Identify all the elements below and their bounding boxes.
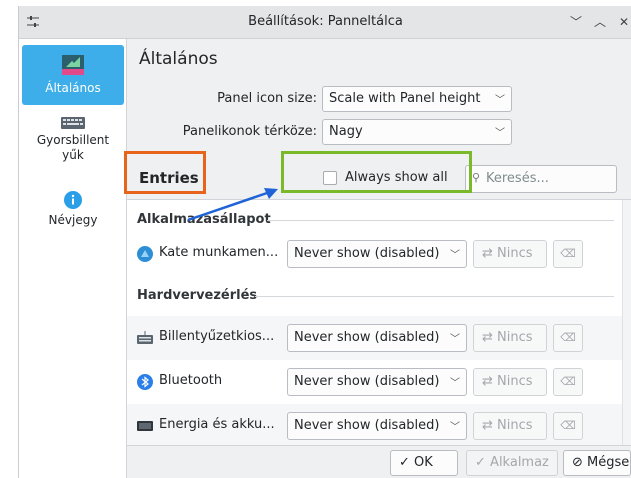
- cancel-icon: ⊘: [572, 455, 583, 470]
- visibility-value: Never show (disabled): [294, 374, 440, 389]
- shortcut-label: Nincs: [497, 418, 533, 433]
- search-placeholder: Keresés...: [486, 171, 549, 186]
- page-title: Általános: [139, 49, 218, 69]
- panel-icon-size-label: Panel icon size:: [217, 91, 317, 106]
- shortcut-button[interactable]: ⇄ Nincs: [473, 412, 547, 440]
- clear-icon: ⌫: [560, 247, 576, 260]
- clear-shortcut-button[interactable]: ⌫: [553, 412, 583, 440]
- annotation-arrow-icon: [187, 188, 278, 222]
- sidebar: Általános Gyorsbillent yűk Névjegy: [19, 39, 127, 478]
- close-button[interactable]: ✕: [615, 13, 631, 31]
- clear-icon: ⌫: [560, 375, 576, 388]
- shortcut-button[interactable]: ⇄ Nincs: [473, 240, 547, 268]
- clear-icon: ⌫: [560, 331, 576, 344]
- title-bar[interactable]: Beállítások: Panneltálca ﹀ ︿ ✕: [19, 6, 631, 39]
- annotation-always-show-highlight: [281, 151, 472, 193]
- clear-icon: ⌫: [560, 419, 576, 432]
- list-item[interactable]: Energia és akku... Never show (disabled)…: [127, 404, 622, 445]
- chevron-down-icon: ﹀: [450, 378, 460, 389]
- list-item[interactable]: Billentyűzetkios... Never show (disabled…: [127, 316, 622, 360]
- entry-name: Energia és akku...: [159, 417, 275, 432]
- clear-shortcut-button[interactable]: ⌫: [553, 368, 583, 396]
- chevron-down-icon: ﹀: [450, 422, 460, 433]
- search-input[interactable]: ⚲ Keresés...: [465, 165, 617, 193]
- visibility-combo[interactable]: Never show (disabled) ﹀: [287, 240, 467, 268]
- keyboard-icon: [137, 331, 153, 344]
- list-scrollbar[interactable]: [622, 200, 631, 445]
- panel-icon-size-value: Scale with Panel height: [329, 91, 481, 106]
- visibility-value: Never show (disabled): [294, 330, 440, 345]
- shortcut-icon: ⇄: [482, 246, 493, 261]
- cancel-button[interactable]: ⊘ Mégse: [563, 450, 631, 476]
- sidebar-item-label: Névjegy: [48, 213, 98, 227]
- group-divider: [255, 296, 614, 297]
- chevron-down-icon: ﹀: [450, 250, 460, 261]
- sidebar-item-general[interactable]: Általános: [22, 45, 124, 105]
- sidebar-item-label-line2: yűk: [62, 148, 84, 162]
- minimize-button[interactable]: ﹀: [567, 13, 585, 31]
- spacing-label: Panelikonok térköze:: [182, 124, 317, 139]
- visibility-value: Never show (disabled): [294, 418, 440, 433]
- visibility-value: Never show (disabled): [294, 246, 440, 261]
- spacing-combo[interactable]: Nagy ﹀: [322, 119, 512, 145]
- window-title: Beállítások: Panneltálca: [248, 14, 403, 29]
- sidebar-item-shortcuts[interactable]: Gyorsbillent yűk: [22, 113, 124, 173]
- spacing-value: Nagy: [329, 124, 363, 139]
- clear-shortcut-button[interactable]: ⌫: [553, 324, 583, 352]
- sidebar-item-label: Általános: [45, 81, 101, 95]
- apply-label: Alkalmaz: [490, 455, 549, 470]
- apply-button[interactable]: ✓ Alkalmaz: [466, 450, 558, 476]
- check-icon: ✓: [475, 455, 486, 470]
- visibility-combo[interactable]: Never show (disabled) ﹀: [287, 412, 467, 440]
- info-icon: [64, 191, 82, 209]
- shortcut-button[interactable]: ⇄ Nincs: [473, 368, 547, 396]
- group-divider: [267, 220, 614, 221]
- check-icon: ✓: [399, 455, 410, 470]
- shortcut-label: Nincs: [497, 246, 533, 261]
- settings-window: Beállítások: Panneltálca ﹀ ︿ ✕ Általános…: [18, 6, 631, 478]
- entry-name: Bluetooth: [159, 373, 223, 388]
- ok-label: OK: [414, 455, 433, 470]
- entries-list: Alkalmazásállapot Kate munkamen... Never…: [127, 199, 631, 445]
- shortcut-label: Nincs: [497, 330, 533, 345]
- chevron-down-icon: ﹀: [450, 334, 460, 345]
- list-item[interactable]: Bluetooth Never show (disabled) ﹀ ⇄ Ninc…: [127, 360, 622, 404]
- list-item[interactable]: Kate munkamen... Never show (disabled) ﹀…: [127, 232, 622, 276]
- shortcut-icon: ⇄: [482, 374, 493, 389]
- sidebar-item-about[interactable]: Névjegy: [22, 189, 124, 237]
- visibility-combo[interactable]: Never show (disabled) ﹀: [287, 324, 467, 352]
- maximize-button[interactable]: ︿: [591, 13, 609, 31]
- bluetooth-icon: [137, 374, 153, 390]
- cancel-label: Mégse: [587, 455, 630, 470]
- kate-icon: [137, 246, 153, 262]
- battery-icon: [137, 421, 153, 431]
- panel-settings-icon: [62, 55, 84, 75]
- ok-button[interactable]: ✓ OK: [390, 450, 458, 476]
- sidebar-item-label-line1: Gyorsbillent: [36, 133, 110, 147]
- shortcut-icon: ⇄: [482, 330, 493, 345]
- panel-icon-size-combo[interactable]: Scale with Panel height ﹀: [322, 86, 512, 112]
- keyboard-icon: [61, 117, 85, 129]
- chevron-down-icon: ﹀: [495, 95, 505, 106]
- search-icon: ⚲: [472, 171, 481, 184]
- shortcut-icon: ⇄: [482, 418, 493, 433]
- dialog-button-bar: ✓ OK ✓ Alkalmaz ⊘ Mégse: [127, 445, 631, 478]
- visibility-combo[interactable]: Never show (disabled) ﹀: [287, 368, 467, 396]
- chevron-down-icon: ﹀: [495, 128, 505, 139]
- clear-shortcut-button[interactable]: ⌫: [553, 240, 583, 268]
- entry-name: Kate munkamen...: [159, 245, 279, 260]
- shortcut-button[interactable]: ⇄ Nincs: [473, 324, 547, 352]
- content-area: Általános Panel icon size: Scale with Pa…: [127, 39, 631, 445]
- entry-name: Billentyűzetkios...: [159, 329, 275, 344]
- shortcut-label: Nincs: [497, 374, 533, 389]
- group-heading: Hardvervezérlés: [137, 288, 258, 303]
